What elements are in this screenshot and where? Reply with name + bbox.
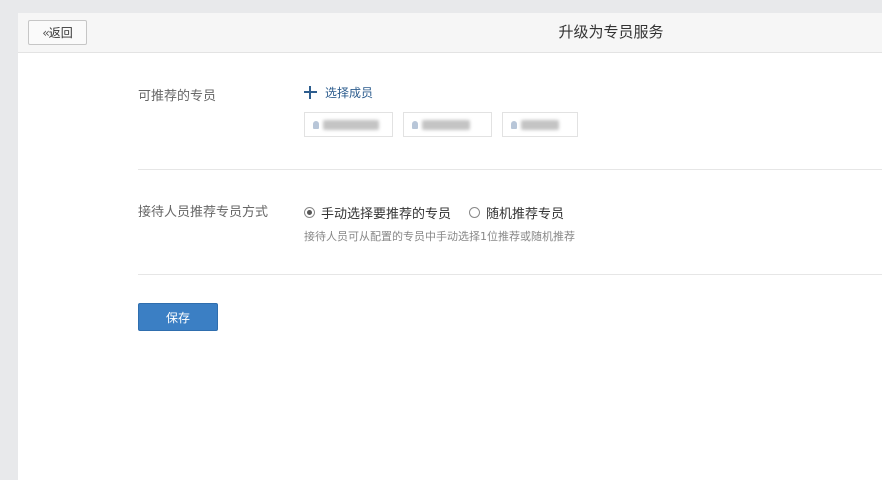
radio-random-label: 随机推荐专员 [486, 207, 565, 222]
member-tag[interactable] [502, 112, 578, 137]
member-name [422, 119, 470, 130]
radio-manual-select[interactable]: 手动选择要推荐的专员 [304, 203, 451, 222]
save-button[interactable]: 保存 [138, 303, 218, 331]
radio-manual-label: 手动选择要推荐的专员 [321, 207, 452, 222]
user-icon [313, 120, 319, 129]
user-icon [412, 120, 418, 129]
select-member-button[interactable]: 选择成员 [304, 84, 373, 101]
method-radio-group: 手动选择要推荐的专员 随机推荐专员 [304, 203, 582, 222]
page-title: 升级为专员服务 [558, 23, 664, 41]
page-header: ‹‹ 返回 升级为专员服务 [18, 13, 882, 53]
user-icon [511, 120, 517, 129]
select-member-label: 选择成员 [325, 86, 374, 100]
recommend-label: 可推荐的专员 [138, 89, 217, 104]
divider [138, 169, 882, 170]
main-panel: ‹‹ 返回 升级为专员服务 可推荐的专员 选择成员 接待人员推荐专员方式 手动选… [18, 13, 882, 480]
divider [138, 274, 882, 275]
method-hint: 接待人员可从配置的专员中手动选择1位推荐或随机推荐 [304, 230, 575, 243]
member-name [521, 119, 559, 130]
radio-unchecked-icon [469, 207, 481, 218]
plus-icon [304, 86, 317, 99]
member-tag[interactable] [403, 112, 492, 137]
radio-random[interactable]: 随机推荐专员 [469, 203, 564, 222]
member-name [323, 119, 379, 130]
member-tag[interactable] [304, 112, 393, 137]
radio-checked-icon [304, 207, 315, 218]
method-label: 接待人员推荐专员方式 [138, 205, 269, 220]
